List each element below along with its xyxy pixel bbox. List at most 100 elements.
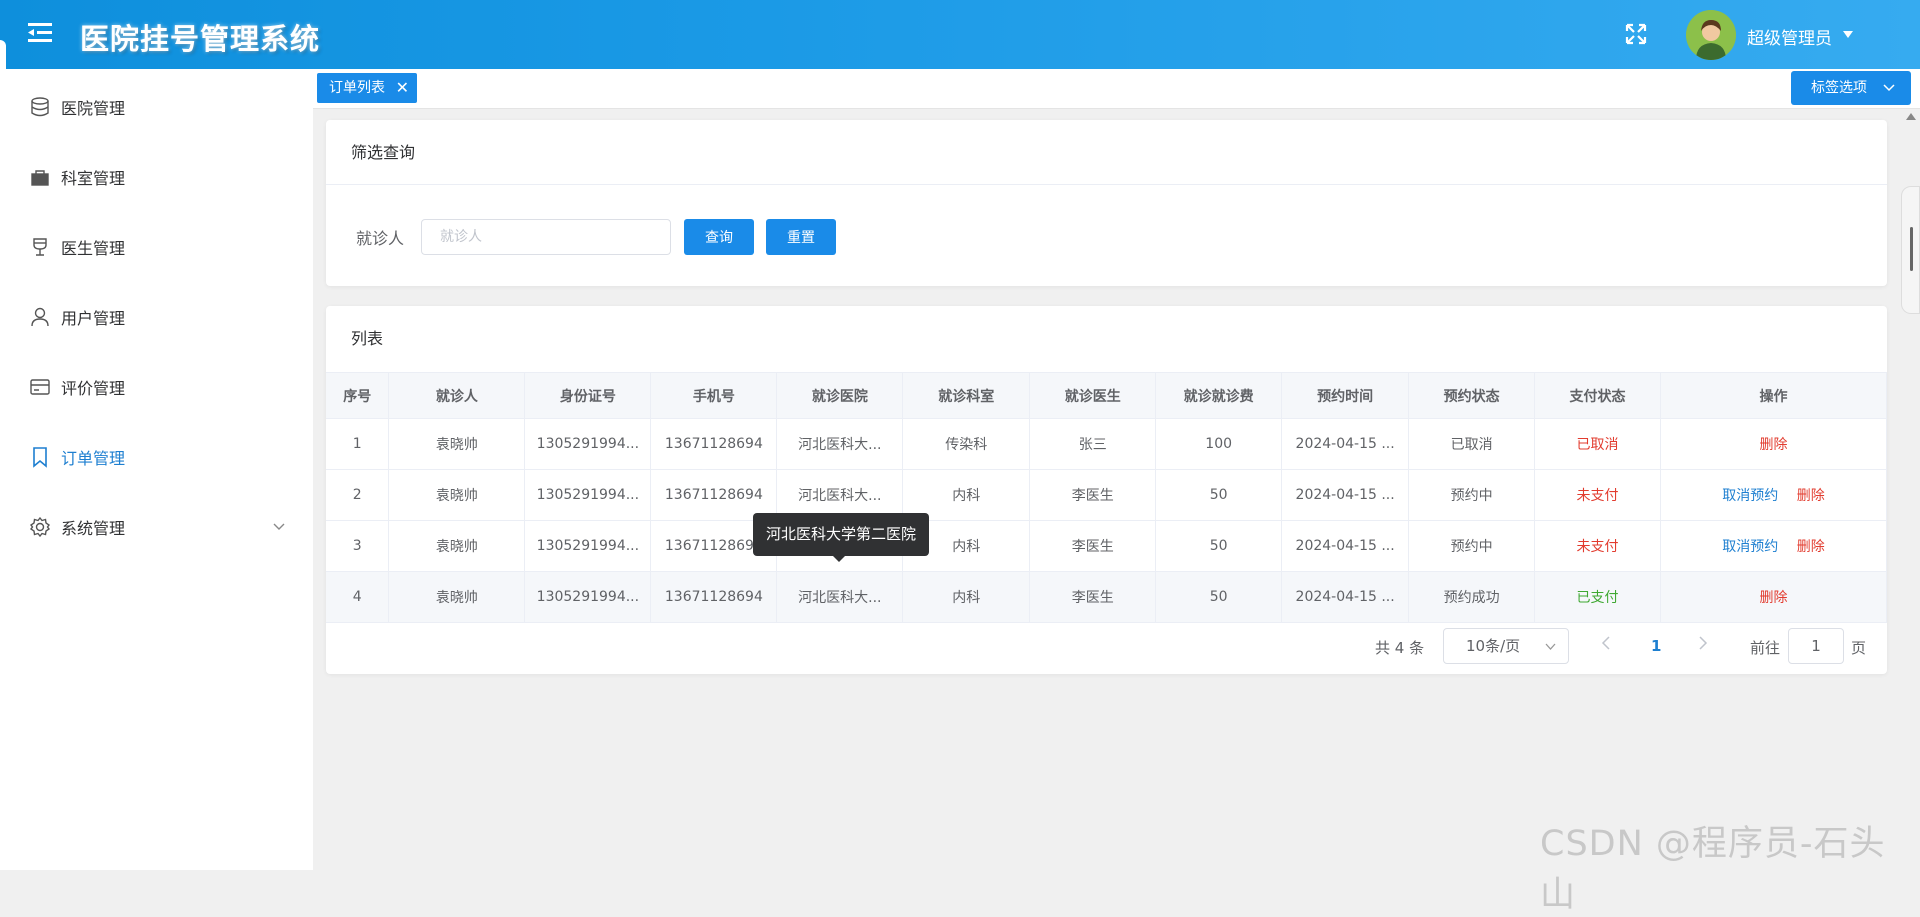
app-title: 医院挂号管理系统: [80, 22, 321, 56]
cell-fee: 50: [1155, 520, 1283, 572]
tabs-bar: 订单列表 ✕ 标签选项: [313, 69, 1920, 109]
delete-button[interactable]: 删除: [1797, 488, 1825, 504]
cell-no: 1: [326, 418, 390, 470]
sidebar-item-label: 用户管理: [61, 309, 126, 328]
cell-fee: 50: [1155, 469, 1283, 521]
cell-phone: 13671128694: [650, 418, 778, 470]
sidebar-item-label: 订单管理: [61, 449, 126, 468]
cell-phone: 13671128694: [650, 571, 778, 623]
delete-button[interactable]: 删除: [1797, 539, 1825, 555]
caret-down-icon[interactable]: [1843, 31, 1853, 39]
next-page-icon[interactable]: [1698, 636, 1708, 654]
total-count: 共 4 条: [1375, 639, 1425, 657]
list-title: 列表: [351, 329, 384, 348]
prev-page-icon[interactable]: [1601, 636, 1611, 654]
delete-button[interactable]: 删除: [1760, 590, 1788, 606]
tab-options-button[interactable]: 标签选项: [1791, 71, 1911, 105]
cell-actions: 删除: [1660, 418, 1887, 470]
cell-pay-status: 未支付: [1534, 520, 1661, 572]
patient-search-input[interactable]: [421, 219, 671, 255]
cell-id-card: 1305291994...: [524, 571, 652, 623]
cell-id-card: 1305291994...: [524, 418, 652, 470]
cell-doctor: 李医生: [1029, 520, 1157, 572]
user-menu-label[interactable]: 超级管理员: [1747, 24, 1832, 49]
table-row: 2 袁晓帅 1305291994... 13671128694 河北医科大...…: [326, 469, 1887, 521]
sidebar-item-user[interactable]: 用户管理: [0, 289, 313, 345]
cell-actions: 取消预约 删除: [1660, 520, 1887, 572]
sidebar-item-system[interactable]: 系统管理: [0, 499, 313, 555]
bookmark-icon: [33, 447, 47, 468]
order-table: 序号 就诊人 身份证号 手机号 就诊医院 就诊科室 就诊医生 就诊就诊费 预约时…: [326, 372, 1887, 623]
sidebar-item-review[interactable]: 评价管理: [0, 359, 313, 415]
list-card: 列表 序号 就诊人 身份证号 手机号 就诊医院 就诊科室 就诊医生 就诊就诊费 …: [326, 306, 1887, 674]
sidebar-item-department[interactable]: 科室管理: [0, 149, 313, 205]
cell-no: 4: [326, 571, 390, 623]
top-header: 医院挂号管理系统 超级管理员: [0, 0, 1920, 69]
sidebar-item-order[interactable]: 订单管理: [0, 429, 313, 485]
column-header: 支付状态: [1534, 372, 1661, 419]
page-suffix: 页: [1851, 639, 1867, 657]
cell-no: 3: [326, 520, 390, 572]
chevron-down-icon: [1545, 643, 1556, 650]
chevron-down-icon[interactable]: [272, 522, 286, 532]
sidebar-item-label: 医院管理: [61, 99, 126, 118]
goto-label: 前往: [1750, 639, 1781, 657]
cell-patient: 袁晓帅: [388, 520, 526, 572]
cell-dept: 传染科: [902, 418, 1031, 470]
sidebar-item-hospital[interactable]: 医院管理: [0, 79, 313, 135]
page-number[interactable]: 1: [1651, 637, 1661, 655]
cell-status: 预约中: [1408, 520, 1536, 572]
tab-label: 订单列表: [329, 80, 385, 96]
tab-order-list[interactable]: 订单列表 ✕: [317, 73, 417, 103]
watermark: CSDN @程序员-石头山: [1540, 824, 1886, 915]
database-icon: [31, 97, 49, 117]
cell-hospital: 河北医科大...: [776, 418, 904, 470]
reset-button[interactable]: 重置: [766, 219, 836, 255]
table-row: 4 袁晓帅 1305291994... 13671128694 河北医科大...…: [326, 571, 1887, 623]
page-size-select[interactable]: 10条/页: [1443, 628, 1569, 664]
cell-pay-status: 未支付: [1534, 469, 1661, 521]
pagination: 共 4 条 10条/页 1 前往 页: [326, 628, 1887, 664]
sidebar-item-label: 系统管理: [61, 519, 126, 538]
column-header: 手机号: [650, 372, 778, 419]
menu-toggle-icon[interactable]: [28, 22, 52, 44]
cell-pay-status: 已取消: [1534, 418, 1661, 470]
column-header: 就诊医生: [1029, 372, 1157, 419]
chevron-down-icon: [1883, 84, 1895, 92]
sidebar-item-label: 医生管理: [61, 239, 126, 258]
card-icon: [30, 379, 50, 395]
scroll-up-icon[interactable]: [1906, 113, 1916, 121]
hospital-tooltip: 河北医科大学第二医院: [753, 513, 930, 562]
cell-id-card: 1305291994...: [524, 469, 652, 521]
tab-options-label: 标签选项: [1811, 80, 1867, 96]
column-header: 就诊科室: [902, 372, 1031, 419]
cell-patient: 袁晓帅: [388, 469, 526, 521]
sidebar-item-doctor[interactable]: 医生管理: [0, 219, 313, 275]
gear-icon: [29, 516, 51, 538]
cell-status: 预约中: [1408, 469, 1536, 521]
avatar[interactable]: [1686, 10, 1736, 60]
close-icon[interactable]: ✕: [396, 73, 409, 103]
column-header: 身份证号: [524, 372, 652, 419]
scrollbar[interactable]: [1901, 186, 1920, 314]
scrollbar-thumb[interactable]: [1910, 227, 1913, 271]
query-button[interactable]: 查询: [684, 219, 754, 255]
delete-button[interactable]: 删除: [1760, 437, 1788, 453]
cell-fee: 50: [1155, 571, 1283, 623]
table-row: 1 袁晓帅 1305291994... 13671128694 河北医科大...…: [326, 418, 1887, 470]
cell-time: 2024-04-15 ...: [1281, 469, 1410, 521]
bag-icon: [31, 170, 49, 186]
column-header: 预约时间: [1281, 372, 1410, 419]
cell-actions: 取消预约 删除: [1660, 469, 1887, 521]
cell-time: 2024-04-15 ...: [1281, 571, 1410, 623]
cancel-appointment-button[interactable]: 取消预约: [1722, 539, 1778, 555]
column-header: 就诊就诊费: [1155, 372, 1283, 419]
goto-page-input[interactable]: [1788, 628, 1844, 664]
cancel-appointment-button[interactable]: 取消预约: [1722, 488, 1778, 504]
cell-dept: 内科: [902, 571, 1031, 623]
fullscreen-icon[interactable]: [1624, 22, 1648, 46]
table-row: 3 袁晓帅 1305291994... 13671128694 内科 李医生 5…: [326, 520, 1887, 572]
column-header: 预约状态: [1408, 372, 1536, 419]
goblet-icon: [33, 238, 47, 256]
cell-hospital: 河北医科大...: [776, 571, 904, 623]
